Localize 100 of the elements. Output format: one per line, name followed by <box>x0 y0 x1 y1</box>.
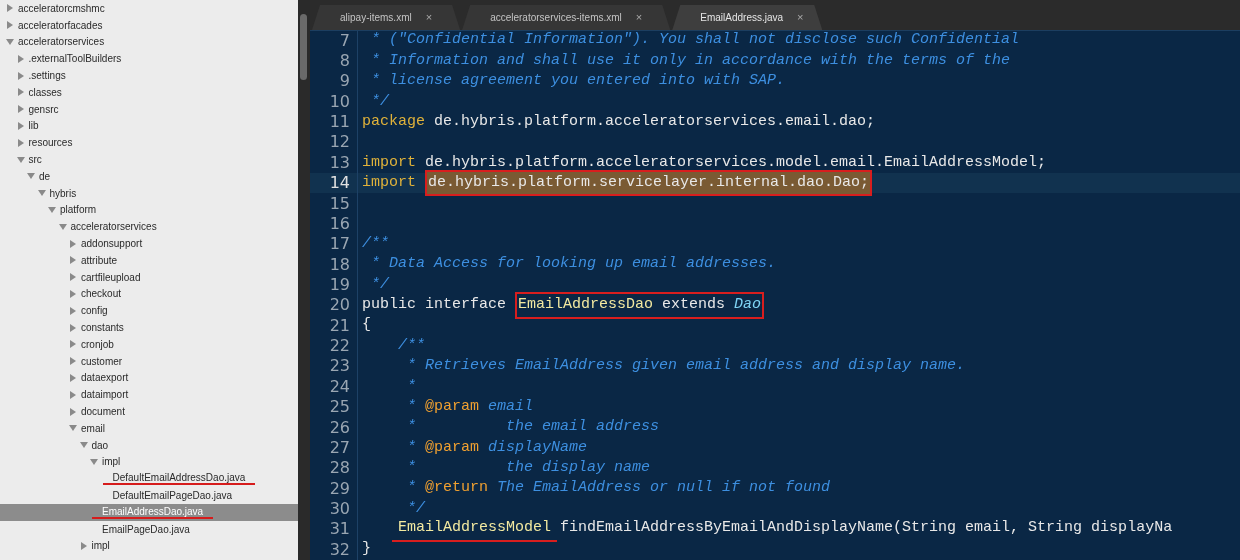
collapsed-arrow-icon[interactable] <box>69 273 77 282</box>
tree-label: cartfileupload <box>81 270 141 285</box>
editor-tab[interactable]: acceleratorservices-items.xml × <box>462 5 671 30</box>
code-text: extends <box>661 296 727 314</box>
expanded-arrow-icon[interactable] <box>69 424 77 433</box>
tree-item[interactable]: checkout <box>0 285 298 303</box>
collapsed-arrow-icon[interactable] <box>16 54 25 63</box>
tree-item[interactable]: acceleratorservices <box>0 33 298 51</box>
code-text: public interface <box>362 295 507 316</box>
tree-item[interactable]: impl <box>0 453 298 471</box>
tree-label: hybris <box>49 186 77 201</box>
tree-item[interactable]: DefaultEmailPageDao.java <box>0 487 298 504</box>
collapsed-arrow-icon[interactable] <box>69 373 77 382</box>
tree-item[interactable]: gensrc <box>0 100 298 118</box>
tab-label: alipay-items.xml <box>340 11 412 25</box>
tree-item[interactable]: classes <box>0 84 298 101</box>
code-text: @param <box>425 396 480 417</box>
collapsed-arrow-icon[interactable] <box>69 256 77 265</box>
tree-item[interactable]: dataimport <box>0 386 298 404</box>
close-icon[interactable]: × <box>635 9 643 26</box>
code-text: import <box>362 152 416 173</box>
scrollbar-thumb[interactable] <box>300 14 307 80</box>
editor-tab[interactable]: alipay-items.xml × <box>312 5 461 30</box>
code-text: { <box>362 315 371 336</box>
tree-label: DefaultEmailAddressDao.java <box>102 472 256 486</box>
code-text: @param <box>425 437 480 458</box>
tree-item[interactable]: .externalToolBuilders <box>0 50 298 68</box>
collapsed-arrow-icon[interactable] <box>6 4 14 13</box>
expanded-arrow-icon[interactable] <box>79 441 88 450</box>
collapsed-arrow-icon[interactable] <box>69 239 77 248</box>
collapsed-arrow-icon[interactable] <box>79 541 88 550</box>
expanded-arrow-icon[interactable] <box>58 222 67 231</box>
tree-label: de <box>39 169 51 184</box>
collapsed-arrow-icon[interactable] <box>16 138 25 147</box>
expanded-arrow-icon[interactable] <box>16 155 25 164</box>
expanded-arrow-icon[interactable] <box>90 457 98 466</box>
collapsed-arrow-icon[interactable] <box>69 407 77 416</box>
tree-item[interactable]: dataexport <box>0 369 298 387</box>
line-number: 11 <box>328 111 350 134</box>
code-text: Dao <box>734 296 762 314</box>
tree-item[interactable]: .settings <box>0 67 298 84</box>
collapsed-arrow-icon[interactable] <box>69 390 77 399</box>
expanded-arrow-icon[interactable] <box>48 205 56 214</box>
tree-item[interactable]: customer <box>0 352 298 370</box>
code-comment: */ <box>406 498 425 519</box>
tree-item[interactable]: cartfileupload <box>0 268 298 286</box>
close-icon[interactable]: × <box>425 9 433 26</box>
code-comment: /** <box>397 335 425 356</box>
tree-item[interactable]: dao <box>0 436 298 454</box>
expanded-arrow-icon[interactable] <box>37 189 46 198</box>
line-number: 19 <box>328 274 350 296</box>
tree-label: platform <box>60 203 97 218</box>
tree-item[interactable]: DefaultEmailAddressDao.java <box>0 470 298 488</box>
collapsed-arrow-icon[interactable] <box>16 105 25 114</box>
code-text: de.hybris.platform.servicelayer.internal.dao.Dao; <box>428 173 870 191</box>
code-comment: /** <box>362 234 389 255</box>
tree-item[interactable]: acceleratorcmshmc <box>0 0 298 17</box>
tree-item[interactable]: EmailPageDao.java <box>0 520 298 538</box>
tree-item[interactable]: attribute <box>0 251 298 269</box>
collapsed-arrow-icon[interactable] <box>69 340 77 349</box>
expanded-arrow-icon[interactable] <box>27 172 35 181</box>
tree-item[interactable]: platform <box>0 201 298 219</box>
collapsed-arrow-icon[interactable] <box>16 71 25 80</box>
tree-label: cronjob <box>81 337 114 352</box>
tab-label: acceleratorservices-items.xml <box>490 11 622 25</box>
tree-item[interactable]: email <box>0 419 298 437</box>
tree-item[interactable]: src <box>0 151 298 168</box>
editor-tab[interactable]: EmailAddress.java × <box>672 5 823 30</box>
tree-label: dataimport <box>81 388 129 403</box>
code-text: } <box>362 539 371 560</box>
tree-item[interactable]: de <box>0 167 298 185</box>
code-comment: * <box>406 437 417 458</box>
code-comment: * Information and shall use it only in accordance with the terms of the <box>370 50 1011 71</box>
collapsed-arrow-icon[interactable] <box>69 289 77 298</box>
tree-item[interactable]: document <box>0 403 298 420</box>
collapsed-arrow-icon[interactable] <box>16 88 25 97</box>
tree-item[interactable]: acceleratorservices <box>0 218 298 236</box>
line-number: 24 <box>328 375 350 398</box>
collapsed-arrow-icon[interactable] <box>69 357 77 366</box>
code-text: findEmailAddressByEmailAndDisplayName(String email, String displayNa <box>559 518 1173 539</box>
tree-item[interactable]: cronjob <box>0 335 298 353</box>
tree-item[interactable]: config <box>0 302 298 320</box>
collapsed-arrow-icon[interactable] <box>69 306 77 315</box>
tree-item[interactable]: resources <box>0 134 298 152</box>
close-icon[interactable]: × <box>797 9 804 26</box>
collapsed-arrow-icon[interactable] <box>69 323 77 332</box>
code-comment: displayName <box>487 437 588 458</box>
tree-item[interactable]: lib <box>0 117 298 135</box>
tree-item[interactable]: addonsupport <box>0 235 298 252</box>
code-text: @return <box>425 478 489 499</box>
tree-item[interactable]: hybris <box>0 184 298 202</box>
line-number: 18 <box>328 253 350 276</box>
line-number: 25 <box>328 396 350 419</box>
line-number: 8 <box>338 50 350 73</box>
collapsed-arrow-icon[interactable] <box>6 21 14 30</box>
expanded-arrow-icon[interactable] <box>6 38 14 46</box>
tree-item[interactable]: acceleratorfacades <box>0 16 298 34</box>
collapsed-arrow-icon[interactable] <box>16 121 25 130</box>
tree-item[interactable]: impl <box>0 537 298 555</box>
tree-item[interactable]: constants <box>0 319 298 336</box>
